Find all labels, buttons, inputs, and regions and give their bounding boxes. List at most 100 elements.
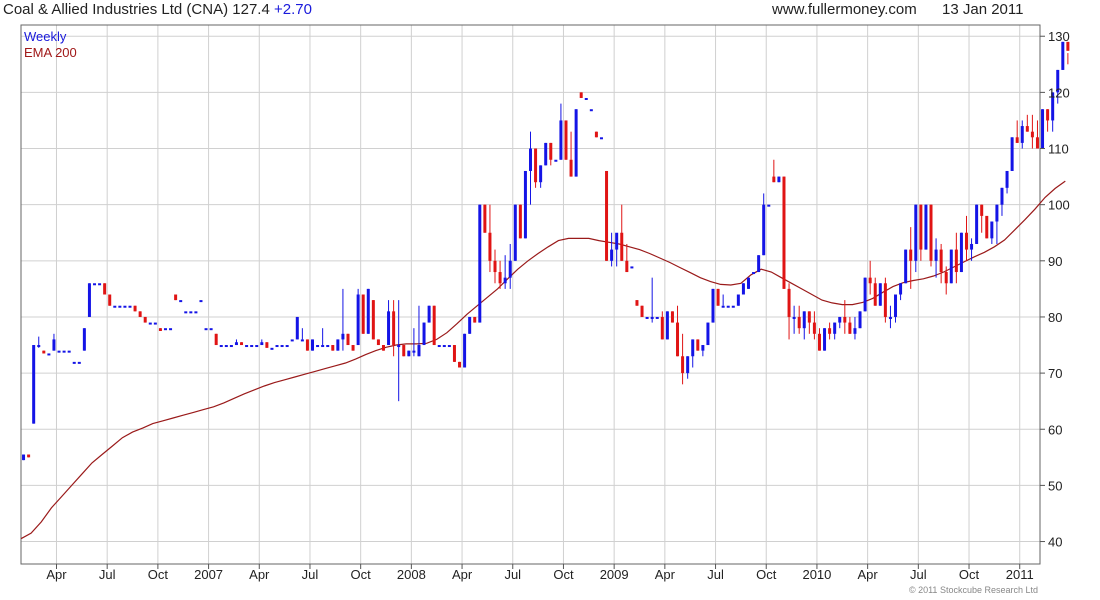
candle-body: [716, 288, 720, 306]
x-tick-label: 2009: [600, 567, 629, 582]
candle-body: [32, 345, 36, 424]
x-tick-label: Jul: [99, 567, 116, 582]
candle-body: [696, 339, 700, 351]
y-tick-label: 110: [1048, 142, 1069, 157]
candle-body: [868, 277, 872, 284]
candle-body: [412, 350, 416, 353]
candle-body: [772, 176, 776, 183]
candle-body: [883, 283, 887, 317]
candle-body: [371, 300, 375, 340]
candle-body: [229, 345, 233, 348]
candle-body: [985, 215, 989, 239]
candle-body: [275, 345, 279, 348]
candle-body: [605, 170, 609, 261]
candle-body: [584, 97, 588, 100]
candle-body: [427, 305, 431, 323]
candle-body: [402, 345, 406, 357]
x-tick-label: Jul: [910, 567, 927, 582]
candle-body: [72, 361, 76, 364]
candle-body: [214, 333, 218, 346]
candle-body: [316, 345, 320, 348]
candle-body: [1025, 126, 1029, 132]
legend-weekly: Weekly: [24, 29, 67, 44]
candle-body: [944, 272, 948, 284]
candle-body: [417, 345, 421, 357]
candle-body: [240, 342, 244, 346]
candle-body: [1041, 109, 1045, 149]
candle-body: [37, 345, 41, 348]
candle-body: [929, 204, 933, 261]
candle-body: [888, 316, 892, 319]
y-tick-label: 120: [1048, 85, 1070, 100]
candle-body: [812, 322, 816, 334]
candle-body: [224, 345, 228, 348]
candle-body: [954, 249, 958, 273]
candle-body: [463, 333, 467, 368]
candle-body: [103, 283, 107, 295]
candle-body: [447, 345, 451, 348]
candle-body: [574, 109, 578, 177]
candle-body: [610, 249, 614, 261]
candle-body: [473, 316, 477, 323]
candle-body: [361, 294, 365, 334]
candle-body: [731, 305, 735, 308]
candle-body: [777, 176, 781, 183]
candle-body: [995, 204, 999, 222]
chart-title: Coal & Allied Industries Ltd (CNA) 127.4…: [3, 1, 312, 18]
candle-body: [250, 345, 254, 348]
candle-body: [894, 294, 898, 317]
candle-body: [665, 311, 669, 340]
chart-date: 13 Jan 2011: [942, 1, 1024, 18]
candle-body: [706, 322, 710, 346]
candle-body: [752, 272, 756, 275]
candle-body: [311, 339, 315, 351]
candle-body: [204, 328, 208, 331]
candle-body: [82, 328, 86, 351]
candle-body: [640, 305, 644, 317]
candle-body: [843, 316, 847, 323]
y-tick-label: 90: [1048, 254, 1062, 269]
candle-body: [245, 345, 249, 348]
candle-body: [234, 342, 238, 346]
candle-body: [904, 249, 908, 284]
candle-body: [797, 316, 801, 329]
candle-body: [1046, 109, 1050, 121]
candle-body: [442, 345, 446, 348]
candle-body: [807, 311, 811, 323]
candle-body: [123, 305, 127, 308]
candle-body: [189, 311, 193, 314]
candle-body: [113, 305, 117, 308]
candle-body: [949, 249, 953, 284]
plot-frame: [20, 24, 1041, 565]
candle-body: [899, 283, 903, 295]
candle-body: [351, 345, 355, 351]
candle-body: [589, 109, 593, 112]
candle-body: [47, 353, 51, 356]
candle-body: [620, 232, 624, 261]
candle-body: [802, 311, 806, 329]
x-tick-label: Apr: [46, 567, 67, 582]
candle-body: [138, 311, 142, 317]
candle-body: [645, 316, 649, 319]
candle-body: [1061, 41, 1065, 70]
x-tick-label: Apr: [858, 567, 879, 582]
candle-body: [701, 345, 705, 351]
candle-body: [594, 131, 598, 138]
candle-body: [924, 204, 928, 250]
x-tick-label: Jul: [302, 567, 319, 582]
candle-body: [184, 311, 188, 314]
candle-body: [194, 311, 198, 314]
candle-body: [295, 316, 299, 340]
x-tick-label: Oct: [959, 567, 980, 582]
candle-body: [118, 305, 122, 308]
candle-body: [579, 92, 583, 98]
candle-body: [792, 316, 796, 319]
candle-body: [270, 347, 274, 350]
x-tick-label: Apr: [452, 567, 473, 582]
candle-body: [518, 204, 522, 239]
candle-body: [77, 361, 81, 364]
chart-stage: 40 50 60 70 80 90 100 110 120 130 Apr Jul Oct 2007 Ap…: [0, 0, 1100, 600]
candle-body: [635, 300, 639, 306]
candle-body: [762, 204, 766, 256]
site-link[interactable]: www.fullermoney.com: [772, 1, 917, 18]
